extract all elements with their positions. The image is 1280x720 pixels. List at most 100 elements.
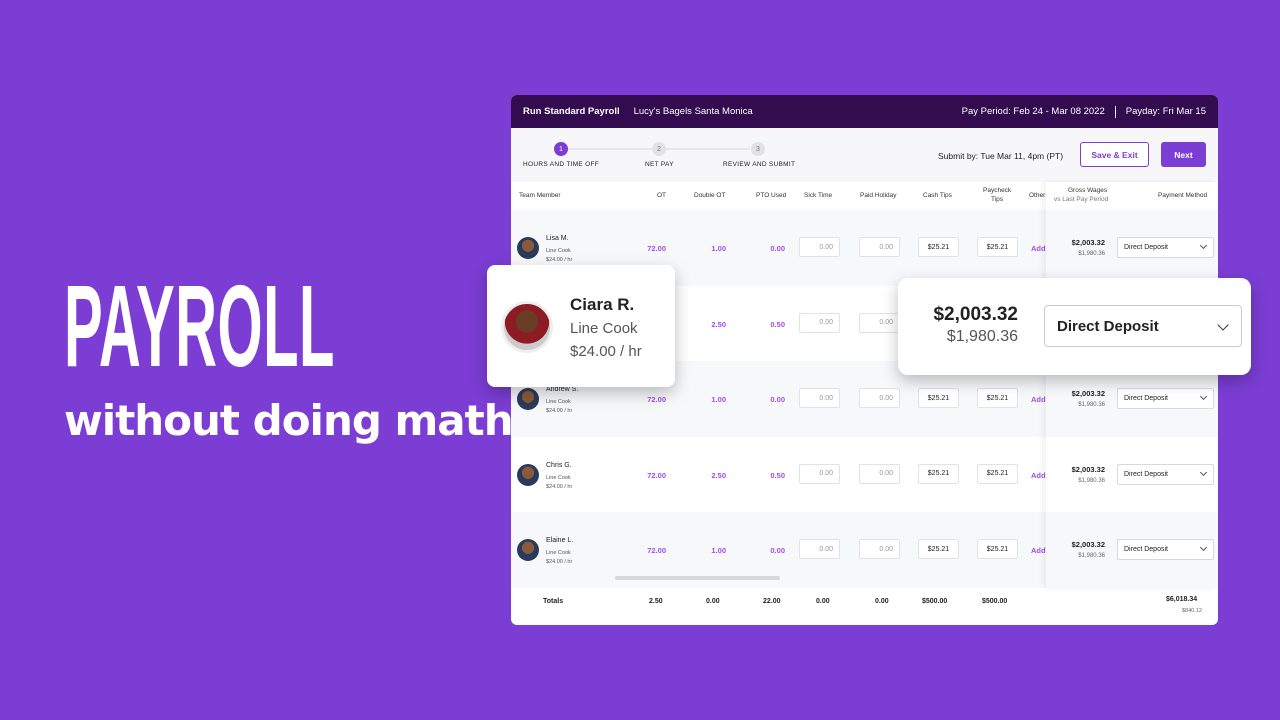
member-role: Line Cook [546,399,571,405]
total-holiday: 0.00 [875,598,889,605]
total-gross: $6,018.34 [1166,596,1198,603]
step-2-label: NET PAY [645,161,674,168]
cash-tips-input[interactable]: $25.21 [918,539,959,559]
paycheck-tips-input[interactable]: $25.21 [977,463,1018,484]
paycheck-tips-input[interactable]: $25.21 [977,388,1018,408]
ot-value: 72.00 [647,395,666,404]
sticky-column-shadow [1046,182,1218,588]
paycheck-tips-input[interactable]: $25.21 [977,539,1018,559]
double-ot-value: 2.50 [711,470,726,480]
add-other-link[interactable]: Add [1031,546,1046,555]
member-role: Line Cook [546,550,571,556]
pto-value: 0.00 [770,546,785,555]
cash-tips-input[interactable]: $25.21 [918,463,959,484]
gross-wages: $2,003.32 [933,304,1018,325]
paid-holiday-input[interactable]: 0.00 [859,237,900,257]
horizontal-scrollbar[interactable] [615,576,780,580]
ot-value: 72.00 [647,470,666,480]
save-exit-button[interactable]: Save & Exit [1080,142,1149,167]
member-callout-card: Ciara R. Line Cook $24.00 / hr [487,265,675,387]
add-other-link[interactable]: Add [1031,244,1046,253]
hero-subtitle: without doing math. [64,396,529,445]
sick-time-input[interactable]: 0.00 [799,463,840,484]
stepper: 1 2 3 HOURS AND TIME OFF NET PAY REVIEW … [511,128,1218,182]
col-pto-used: PTO Used [756,192,787,199]
avatar [517,463,539,486]
member-rate: $24.00 / hr [546,257,573,263]
total-ot: 2.50 [649,598,663,605]
ot-value: 72.00 [647,244,666,253]
payment-method-select[interactable]: Direct Deposit [1044,305,1242,347]
member-rate: $24.00 / hr [570,343,642,360]
col-other: Other [1029,192,1046,199]
step-2[interactable]: 2 [652,142,666,156]
totals-label: Totals [543,598,564,605]
sick-time-input[interactable]: 0.00 [799,312,840,333]
double-ot-value: 1.00 [711,244,726,253]
col-team-member: Team Member [519,192,561,199]
double-ot-value: 1.00 [711,546,726,555]
total-double-ot: 0.00 [706,598,720,605]
pto-value: 0.50 [770,319,785,329]
member-info: Line Cook $24.00 / hr [546,398,572,416]
chevron-down-icon [1217,319,1229,331]
payday: Payday: Fri Mar 15 [1125,105,1206,117]
avatar [501,301,553,353]
pto-value: 0.00 [770,244,785,253]
col-double-ot: Double OT [694,192,726,199]
paid-holiday-input[interactable]: 0.00 [859,539,900,559]
total-sick: 0.00 [816,598,830,605]
add-other-link[interactable]: Add [1031,395,1046,404]
next-button[interactable]: Next [1161,142,1206,167]
step-line [666,148,750,150]
sick-time-input[interactable]: 0.00 [799,237,840,257]
col-cash-tips: Cash Tips [923,192,952,199]
app-title: Run Standard Payroll [523,106,620,117]
sick-time-input[interactable]: 0.00 [799,539,840,559]
avatar [517,237,539,259]
member-role: Line Cook [570,320,638,337]
paid-holiday-input[interactable]: 0.00 [859,312,900,333]
paid-holiday-input[interactable]: 0.00 [859,388,900,408]
member-name: Lisa M. [546,235,569,242]
add-other-link[interactable]: Add [1031,471,1046,480]
pay-callout-card: $2,003.32 $1,980.36 Direct Deposit [898,278,1251,375]
member-info: Line Cook $24.00 / hr [546,247,572,265]
pto-value: 0.00 [770,395,785,404]
sick-time-input[interactable]: 0.00 [799,388,840,408]
member-name: Ciara R. [570,295,635,314]
double-ot-value: 2.50 [711,319,726,329]
payment-method-value: Direct Deposit [1057,317,1159,335]
submit-deadline: Submit by: Tue Mar 11, 4pm (PT) [938,151,1064,161]
member-rate: $24.00 / hr [546,483,573,490]
member-name: Andrew S. [546,386,579,393]
avatar [517,388,539,410]
member-name: Elaine L. [546,537,574,544]
pay-period: Pay Period: Feb 24 - Mar 08 2022 [961,105,1105,117]
cash-tips-input[interactable]: $25.21 [918,388,959,408]
cash-tips-input[interactable]: $25.21 [918,237,959,257]
total-paycheck-tips: $500.00 [982,598,1008,605]
col-paycheck-tips: Paycheck [983,187,1012,194]
step-3-label: REVIEW AND SUBMIT [723,161,796,168]
step-3[interactable]: 3 [751,142,765,156]
top-bar: Run Standard Payroll Lucy's Bagels Santa… [511,95,1218,128]
paycheck-tips-input[interactable]: $25.21 [977,237,1018,257]
paid-holiday-input[interactable]: 0.00 [859,463,900,484]
col-paid-holiday: Paid Holiday [860,192,897,199]
double-ot-value: 1.00 [711,395,726,404]
totals-row: Totals 2.50 0.00 22.00 0.00 0.00 $500.00… [511,588,1218,625]
step-line [568,148,652,150]
total-pto: 22.00 [763,598,781,605]
member-role: Line Cook [546,474,571,481]
member-rate: $24.00 / hr [546,408,573,414]
company-name: Lucy's Bagels Santa Monica [633,106,753,117]
ot-value: 72.00 [647,546,666,555]
total-cash-tips: $500.00 [922,598,948,605]
step-1[interactable]: 1 [554,142,568,156]
step-1-label: HOURS AND TIME OFF [523,161,600,168]
member-role: Line Cook [546,248,571,254]
last-period-wages: $1,980.36 [946,328,1018,345]
col-sick-time: Sick Time [804,192,833,199]
member-rate: $24.00 / hr [546,559,573,565]
